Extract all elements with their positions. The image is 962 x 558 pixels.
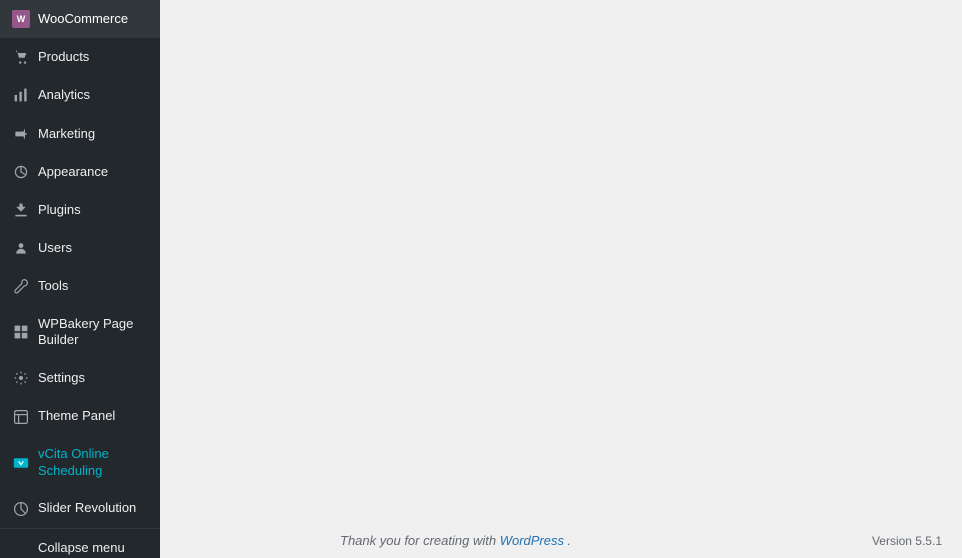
sidebar-item-wpbakery[interactable]: WPBakery Page Builder <box>0 306 160 360</box>
footer-text: Thank you for creating with WordPress . <box>340 533 571 548</box>
sidebar-item-woocommerce[interactable]: W WooCommerce <box>0 0 160 38</box>
products-icon <box>12 48 30 66</box>
collapse-label: Collapse menu <box>38 539 125 557</box>
wordpress-link[interactable]: WordPress <box>500 533 564 548</box>
footer: Thank you for creating with WordPress . … <box>320 523 962 558</box>
appearance-icon <box>12 163 30 181</box>
version-text: Version 5.5.1 <box>872 534 942 548</box>
analytics-icon <box>12 86 30 104</box>
sidebar-item-tools[interactable]: Tools <box>0 267 160 305</box>
sidebar-item-vcita[interactable]: vCita Online Scheduling <box>0 436 160 490</box>
sidebar-item-users[interactable]: Users <box>0 229 160 267</box>
sidebar-item-label: Users <box>38 239 72 257</box>
sidebar-item-slider-revolution[interactable]: Slider Revolution <box>0 489 160 527</box>
sidebar-item-label: Settings <box>38 369 85 387</box>
slider-revolution-icon <box>12 500 30 518</box>
theme-panel-icon <box>12 408 30 426</box>
sidebar-item-label: Slider Revolution <box>38 499 136 517</box>
sidebar-item-plugins[interactable]: Plugins <box>0 191 160 229</box>
sidebar-item-label: Marketing <box>38 125 95 143</box>
sidebar-collapse-menu[interactable]: Collapse menu <box>0 528 160 558</box>
sidebar-item-label: Theme Panel <box>38 407 115 425</box>
collapse-icon <box>12 539 30 557</box>
sidebar-item-vcita-container: vCita Online Scheduling vCita Online Sch… <box>0 436 160 490</box>
footer-period: . <box>567 533 571 548</box>
tools-icon <box>12 277 30 295</box>
sidebar-item-label: Products <box>38 48 89 66</box>
sidebar-item-label: WooCommerce <box>38 10 128 28</box>
sidebar-item-label: Tools <box>38 277 68 295</box>
settings-icon <box>12 369 30 387</box>
sidebar-item-products[interactable]: Products <box>0 38 160 76</box>
sidebar: W WooCommerce Products Analytics Marketi… <box>0 0 160 558</box>
sidebar-item-analytics[interactable]: Analytics <box>0 76 160 114</box>
woo-icon: W <box>12 10 30 28</box>
plugins-icon <box>12 201 30 219</box>
vcita-icon <box>12 454 30 472</box>
thank-you-text: Thank you for creating with <box>340 533 500 548</box>
sidebar-item-marketing[interactable]: Marketing <box>0 115 160 153</box>
sidebar-item-settings[interactable]: Settings <box>0 359 160 397</box>
marketing-icon <box>12 125 30 143</box>
wpbakery-icon <box>12 323 30 341</box>
users-icon <box>12 239 30 257</box>
sidebar-item-label: vCita Online Scheduling <box>38 446 148 480</box>
sidebar-item-label: Plugins <box>38 201 81 219</box>
sidebar-item-label: Analytics <box>38 86 90 104</box>
sidebar-item-label: Appearance <box>38 163 108 181</box>
main-content: Thank you for creating with WordPress . … <box>160 0 962 558</box>
sidebar-item-theme-panel[interactable]: Theme Panel <box>0 397 160 435</box>
sidebar-item-appearance[interactable]: Appearance <box>0 153 160 191</box>
sidebar-item-label: WPBakery Page Builder <box>38 316 148 350</box>
